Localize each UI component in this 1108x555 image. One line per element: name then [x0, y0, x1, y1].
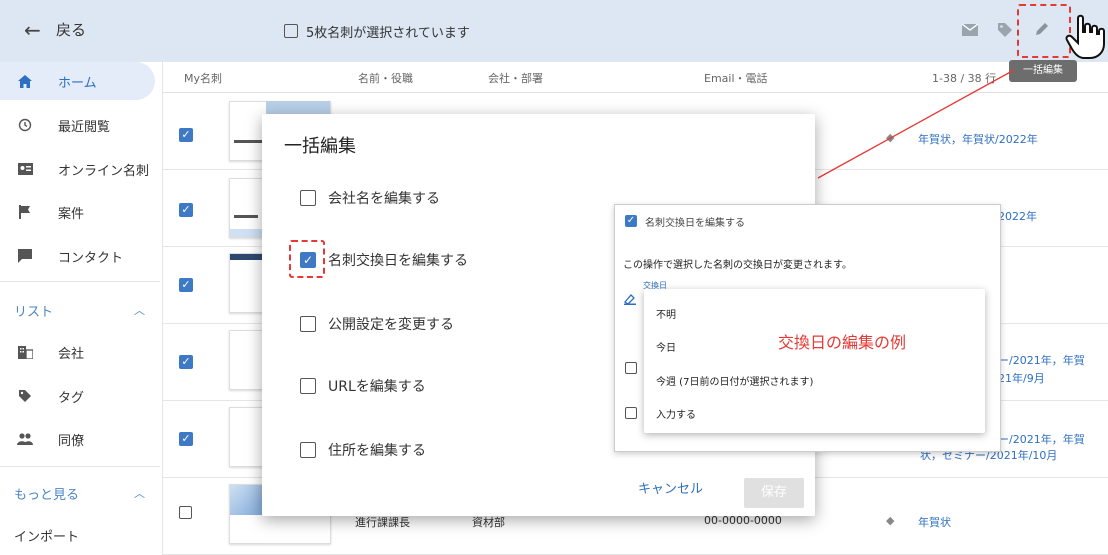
option-label: 公開設定を変更する	[328, 317, 454, 333]
panel-option-checkbox[interactable]	[625, 407, 637, 419]
panel-checkbox-label: 名刺交換日を編集する	[645, 218, 745, 229]
option-label: 会社名を編集する	[328, 191, 440, 207]
option-label: 名刺交換日を編集する	[328, 253, 468, 269]
panel-option-checkbox[interactable]	[625, 362, 637, 374]
panel-checkbox[interactable]: ✓	[625, 215, 637, 227]
dialog-title: 一括編集	[284, 136, 356, 157]
menu-item-today[interactable]: 今日	[656, 339, 676, 354]
option-label: 住所を編集する	[328, 443, 426, 459]
annotation-line	[817, 69, 1015, 179]
option-edit-address[interactable]: 住所を編集する	[300, 440, 426, 460]
date-edit-icon	[624, 293, 636, 309]
menu-item-enter[interactable]: 入力する	[656, 406, 696, 421]
option-change-visibility[interactable]: 公開設定を変更する	[300, 314, 454, 334]
menu-item-this-week[interactable]: 今週 (7日前の日付が選択されます)	[656, 373, 813, 388]
date-options-menu: 不明 今日 今週 (7日前の日付が選択されます) 入力する	[644, 289, 985, 433]
option-label: URLを編集する	[328, 379, 426, 395]
example-annotation: 交換日の編集の例	[778, 333, 907, 352]
checkbox[interactable]	[300, 190, 316, 206]
cancel-button[interactable]: キャンセル	[638, 478, 703, 497]
save-button[interactable]: 保存	[744, 478, 804, 508]
option-edit-url[interactable]: URLを編集する	[300, 376, 426, 396]
checkbox-highlight	[289, 240, 325, 278]
checkbox[interactable]	[300, 378, 316, 394]
checkbox[interactable]	[300, 316, 316, 332]
panel-message: この操作で選択した名刺の交換日が変更されます。	[623, 260, 852, 271]
option-edit-exchange-date[interactable]: ✓ 名刺交換日を編集する	[300, 250, 468, 270]
menu-item-unknown[interactable]: 不明	[656, 306, 676, 321]
checkbox[interactable]	[300, 442, 316, 458]
option-edit-company[interactable]: 会社名を編集する	[300, 188, 440, 208]
